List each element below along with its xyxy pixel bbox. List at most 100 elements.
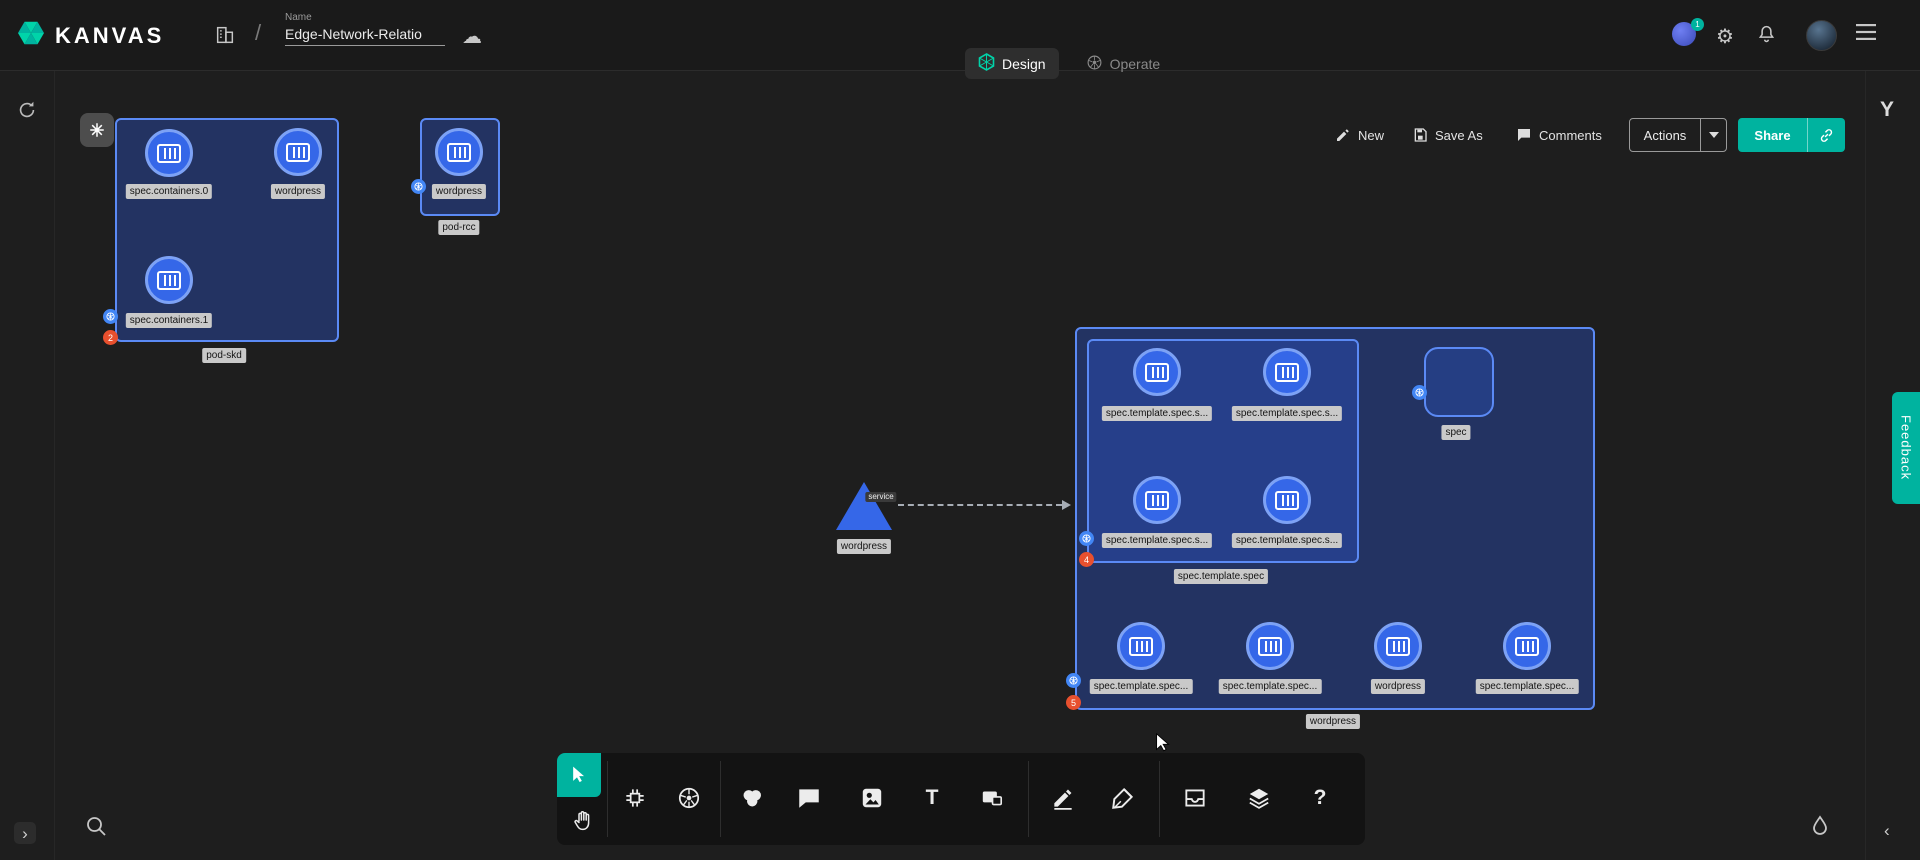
child-count-badge[interactable]: 2 [103,330,118,345]
design-name-block: Name [285,12,445,46]
user-avatar[interactable] [1806,20,1837,51]
save-as-button-label: Save As [1435,128,1483,143]
container-node-template-2[interactable] [1133,476,1181,524]
pan-tool-button[interactable] [563,801,603,841]
breadcrumb-separator: / [255,20,261,46]
group-label-wordpress: wordpress [1306,714,1360,729]
asterisk-icon [88,121,106,139]
hamburger-menu-button[interactable] [1856,24,1876,40]
gear-icon: ⚙ [1716,24,1734,49]
save-as-button[interactable]: Save As [1412,118,1483,152]
link-icon [1818,127,1835,144]
sync-icon [16,99,38,121]
container-icon [1275,491,1299,510]
pen-icon [1110,785,1136,811]
kubernetes-badge[interactable] [103,309,118,324]
workspace-icon[interactable] [214,24,236,46]
container-node-bottom-0[interactable] [1117,622,1165,670]
feedback-tab[interactable]: Feedback [1892,392,1920,504]
help-icon: ? [1314,786,1327,810]
drawer-icon [1182,785,1208,811]
comments-button[interactable]: Comments [1516,118,1602,152]
canvas-widget-button[interactable] [80,113,114,147]
zoom-search-button[interactable] [84,814,108,838]
service-node-wordpress[interactable] [836,482,892,530]
child-count-badge[interactable]: 4 [1079,552,1094,567]
design-name-label: Name [285,12,445,23]
node-label: spec.containers.0 [126,184,212,199]
tab-operate[interactable]: Operate [1073,49,1174,79]
components-tool-button[interactable] [615,778,655,818]
container-node-bottom-1[interactable] [1246,622,1294,670]
kubernetes-badge[interactable] [1412,385,1427,400]
group-spec-template-spec[interactable] [1087,339,1359,563]
bell-icon [1756,24,1777,45]
rectangle-node-icon [979,785,1005,811]
notifications-bell-button[interactable] [1756,24,1777,45]
container-node-bottom-3[interactable] [1503,622,1551,670]
shapes-tool-button[interactable] [732,778,772,818]
group-label-pod-rcc: pod-rcc [438,220,479,235]
actions-dropdown-toggle[interactable] [1700,119,1726,151]
text-tool-icon: T [926,786,939,810]
settings-gear-button[interactable]: ⚙ [1716,24,1734,49]
hamburger-icon [1856,24,1876,40]
container-icon [1275,363,1299,382]
container-icon [1515,637,1539,656]
layers-icon [1246,785,1272,811]
container-node-spec-containers-1[interactable] [145,256,193,304]
group-label-spec-template: spec.template.spec [1174,569,1268,584]
container-node-spec-containers-0[interactable] [145,129,193,177]
kubernetes-badge[interactable] [411,179,426,194]
caret-down-icon [1709,132,1719,138]
collapse-right-panel-button[interactable]: ‹ [1884,822,1890,839]
extension-token-button[interactable]: 1 [1672,22,1702,52]
node-shape-tool-button[interactable] [972,778,1012,818]
container-node-bottom-2[interactable] [1374,622,1422,670]
container-node-template-1[interactable] [1263,348,1311,396]
new-button[interactable]: New [1335,118,1384,152]
hand-icon [571,809,595,833]
comment-tool-button[interactable] [789,778,829,818]
kubernetes-badge[interactable] [1066,673,1081,688]
magnifier-icon [84,814,108,838]
container-node-template-0[interactable] [1133,348,1181,396]
annotate-tool-button[interactable] [1103,778,1143,818]
design-name-input[interactable] [285,23,445,46]
container-node-wordpress-2[interactable] [435,128,483,176]
edge-arrowhead [1062,500,1071,510]
child-count-badge[interactable]: 5 [1066,695,1081,710]
new-button-label: New [1358,128,1384,143]
media-tool-button[interactable] [852,778,892,818]
actions-button[interactable]: Actions [1629,118,1727,152]
text-tool-button[interactable]: T [912,778,952,818]
tab-operate-label: Operate [1110,56,1161,72]
select-tool-button[interactable] [557,753,601,797]
copy-link-button[interactable] [1807,118,1845,152]
node-label: spec.template.spec.s... [1232,406,1342,421]
container-node-wordpress-1[interactable] [274,128,322,176]
node-label: wordpress [432,184,486,199]
dock-divider [1159,761,1160,837]
draw-freehand-tool-button[interactable] [1043,778,1083,818]
kubernetes-tool-button[interactable] [669,778,709,818]
dock-divider [607,761,608,837]
layers-tool-button[interactable] [1239,778,1279,818]
history-sync-button[interactable] [16,99,38,121]
kanvas-logo[interactable]: KANVAS [16,18,164,53]
share-button[interactable]: Share [1738,118,1845,152]
node-label: spec.template.spec... [1476,679,1579,694]
container-node-template-3[interactable] [1263,476,1311,524]
node-label: spec.template.spec.s... [1102,533,1212,548]
edge-service-to-deployment[interactable] [898,504,1062,506]
import-drawer-tool-button[interactable] [1175,778,1215,818]
layer5-y-logo[interactable]: Y [1880,98,1894,122]
kubernetes-badge[interactable] [1079,531,1094,546]
expand-left-panel-button[interactable]: › [14,822,36,844]
help-tool-button[interactable]: ? [1300,778,1340,818]
share-button-label: Share [1738,118,1807,152]
ink-theme-button[interactable] [1808,814,1832,838]
empty-node-spec[interactable] [1424,347,1494,417]
cloud-sync-icon[interactable]: ☁ [462,24,482,49]
tab-design[interactable]: Design [965,48,1059,79]
